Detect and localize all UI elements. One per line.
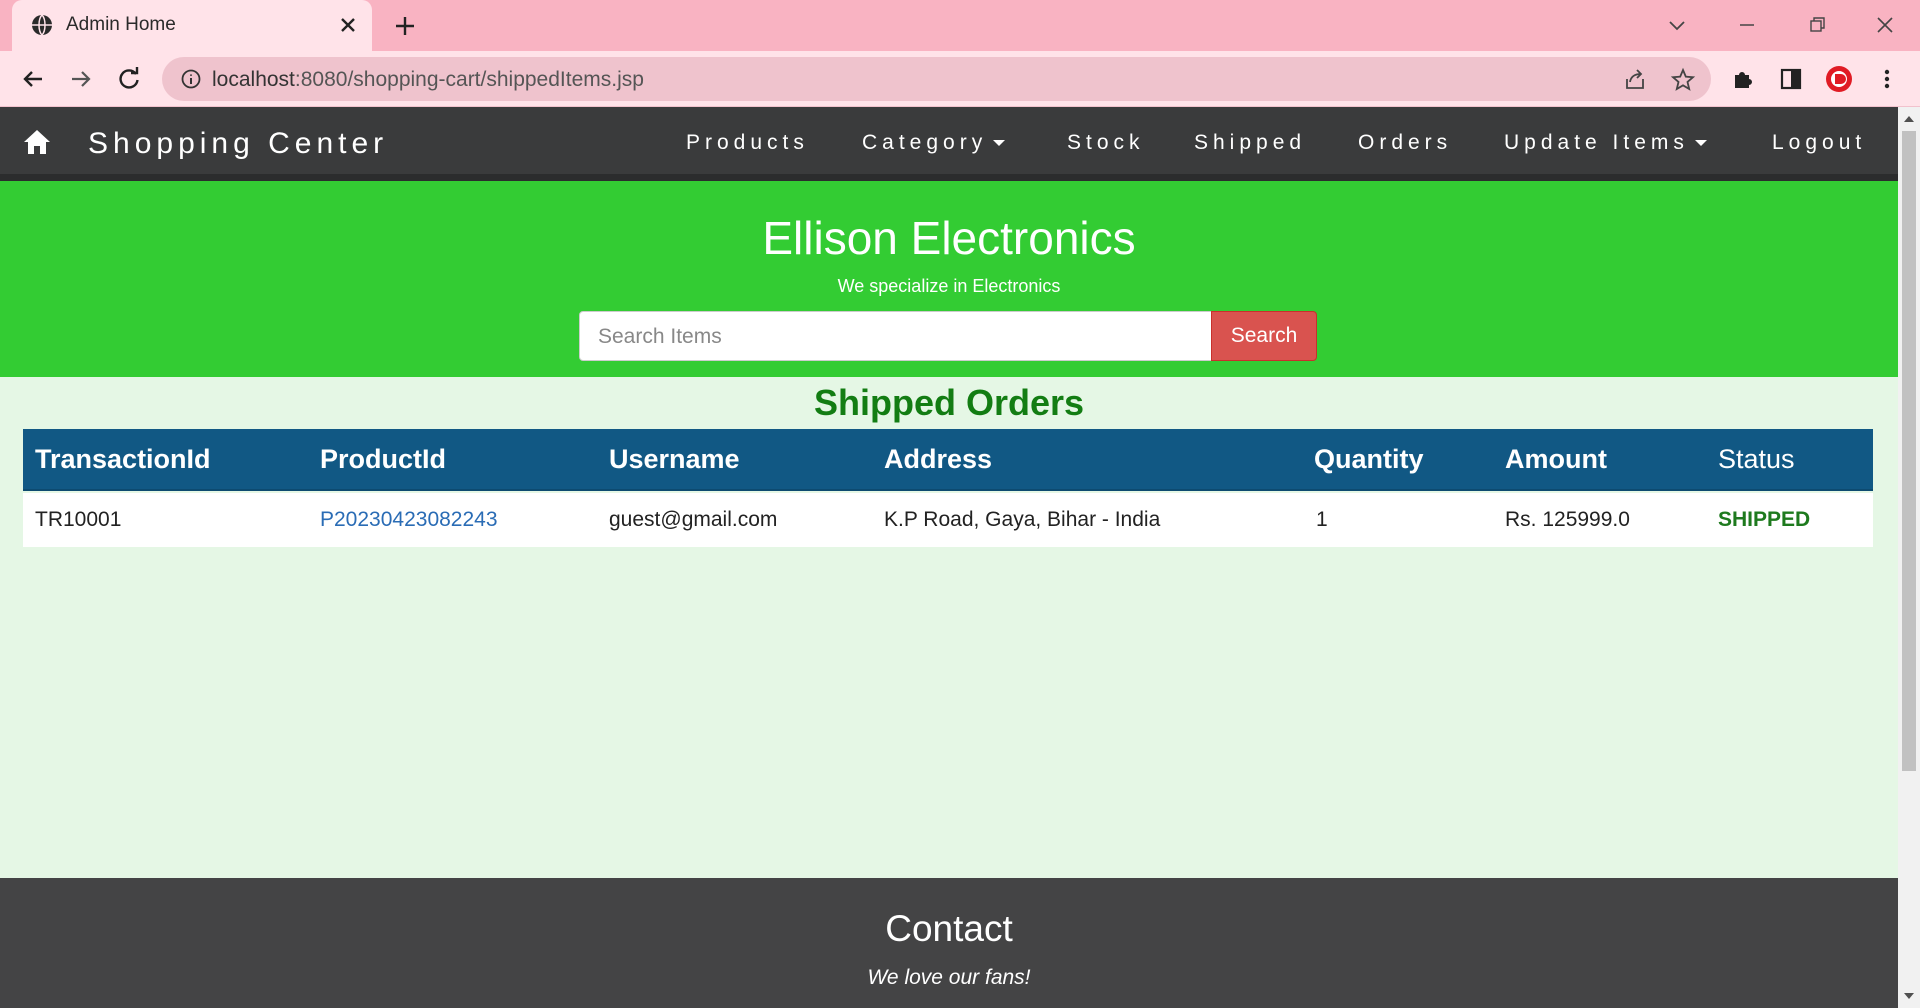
nav-category[interactable]: Category [862, 131, 1006, 155]
globe-icon [32, 14, 52, 36]
browser-tab-active[interactable]: Admin Home [12, 0, 372, 51]
col-quantity: Quantity [1314, 444, 1424, 474]
site-info-icon[interactable] [180, 68, 202, 90]
cell-quantity: 1 [1316, 508, 1328, 531]
browser-tab-strip: Admin Home [0, 0, 1920, 51]
profile-avatar-icon[interactable] [1824, 64, 1854, 94]
back-arrow-icon[interactable] [18, 64, 48, 94]
caret-down-icon [993, 140, 1006, 147]
table-header: TransactionId ProductId Username Address… [23, 429, 1873, 491]
col-address: Address [884, 444, 993, 474]
product-id-link[interactable]: P20230423082243 [320, 508, 498, 532]
cell-amount: Rs. 125999.0 [1505, 508, 1630, 531]
col-username: Username [609, 444, 740, 474]
cell-username: guest@gmail.com [609, 508, 778, 531]
browser-toolbar: localhost:8080/shopping-cart/shippedItem… [0, 51, 1920, 107]
scroll-up-arrow-icon[interactable] [1903, 113, 1915, 125]
url-text: localhost:8080/shopping-cart/shippedItem… [212, 68, 644, 91]
search-placeholder: Search Items [598, 325, 722, 348]
nav-update-items-label: Update Items [1504, 131, 1689, 154]
cell-transaction-id: TR10001 [35, 508, 122, 531]
tab-close-icon[interactable] [335, 12, 361, 38]
tab-title: Admin Home [66, 14, 176, 35]
col-transaction-id: TransactionId [35, 444, 211, 474]
page-viewport: Shopping Center Products Category Stock … [0, 107, 1898, 1008]
store-header: Ellison Electronics We specialize in Ele… [0, 181, 1898, 377]
table-row: TR10001 P20230423082243 guest@gmail.com … [23, 493, 1873, 547]
nav-stock[interactable]: Stock [1067, 131, 1145, 155]
nav-update-items[interactable]: Update Items [1504, 131, 1707, 155]
store-subtitle: We specialize in Electronics [837, 276, 1061, 296]
cell-address: K.P Road, Gaya, Bihar - India [884, 508, 1161, 531]
caret-down-icon [1694, 140, 1707, 147]
page-title: Shipped Orders [813, 382, 1085, 423]
restore-icon[interactable] [1802, 10, 1832, 40]
brand-title[interactable]: Shopping Center [88, 127, 388, 161]
minimize-icon[interactable] [1732, 10, 1762, 40]
nav-logout[interactable]: Logout [1772, 131, 1866, 155]
footer-title: Contact [885, 908, 1013, 949]
scrollbar-thumb[interactable] [1902, 131, 1916, 771]
browser-menu-icon[interactable] [1872, 64, 1902, 94]
reload-icon[interactable] [114, 64, 144, 94]
scroll-down-arrow-icon[interactable] [1903, 990, 1915, 1002]
page-scrollbar[interactable] [1898, 107, 1920, 1008]
new-tab-icon[interactable] [390, 11, 420, 41]
search-button[interactable]: Search [1211, 311, 1317, 361]
bookmark-star-icon[interactable] [1670, 67, 1696, 93]
footer: Contact We love our fans! [0, 878, 1898, 1008]
home-icon[interactable] [22, 127, 52, 157]
address-bar[interactable]: localhost:8080/shopping-cart/shippedItem… [162, 57, 1711, 101]
nav-orders[interactable]: Orders [1358, 131, 1452, 155]
forward-arrow-icon[interactable] [66, 64, 96, 94]
footer-subtitle: We love our fans! [867, 966, 1031, 989]
nav-shipped[interactable]: Shipped [1194, 131, 1306, 155]
extensions-puzzle-icon[interactable] [1728, 64, 1758, 94]
close-window-icon[interactable] [1870, 10, 1900, 40]
search-input[interactable]: Search Items [579, 311, 1212, 361]
col-amount: Amount [1505, 444, 1607, 474]
status-badge: SHIPPED [1718, 508, 1811, 531]
nav-category-label: Category [862, 131, 988, 154]
col-status: Status [1718, 444, 1795, 474]
share-icon[interactable] [1622, 67, 1648, 93]
nav-products[interactable]: Products [686, 131, 809, 155]
col-product-id: ProductId [320, 444, 446, 474]
side-panel-icon[interactable] [1776, 64, 1806, 94]
top-navbar: Shopping Center Products Category Stock … [0, 107, 1898, 181]
tab-search-chevron-icon[interactable] [1662, 10, 1692, 40]
store-title: Ellison Electronics [762, 212, 1136, 264]
